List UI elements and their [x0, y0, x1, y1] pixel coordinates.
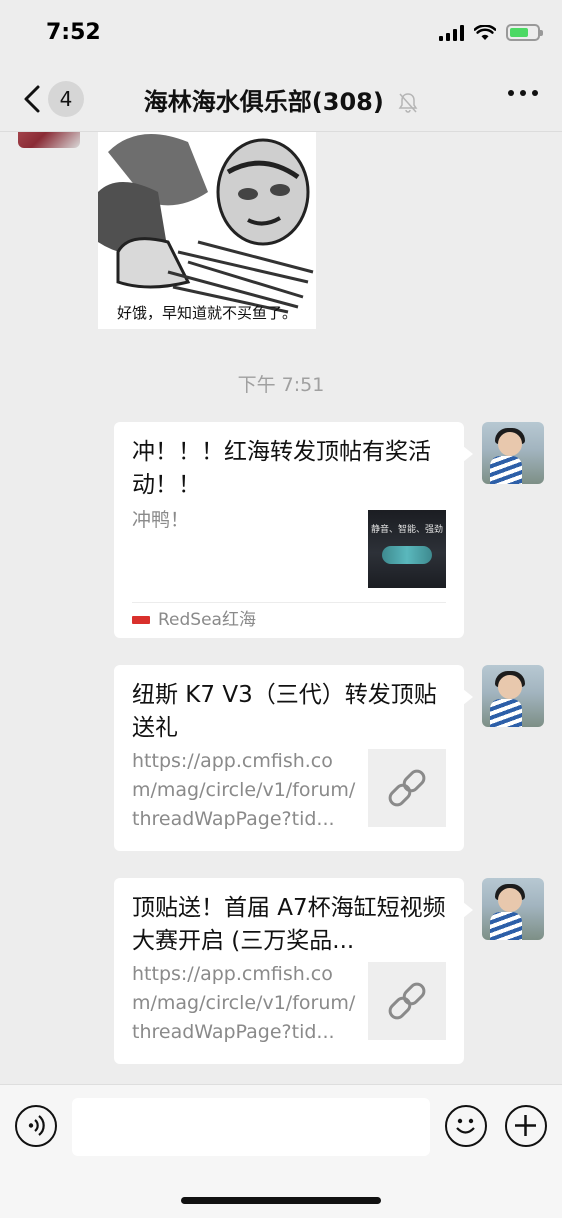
- chat-title: 海林海水俱乐部(308): [143, 88, 384, 116]
- my-avatar[interactable]: [482, 665, 544, 727]
- nav-bar: 4 海林海水俱乐部(308): [0, 66, 562, 132]
- mute-bell-icon: [398, 93, 418, 113]
- link-card-message[interactable]: 冲！！！红海转发顶帖有奖活动！！ 冲鸭！ 静音、智能、强劲 RedSea红海: [114, 422, 473, 638]
- chat-title-wrapper: 海林海水俱乐部(308): [0, 82, 562, 117]
- card-url: https://app.cmfish.com/mag/circle/v1/for…: [132, 963, 356, 1043]
- link-icon: [388, 982, 426, 1020]
- link-thumbnail: [368, 962, 446, 1040]
- smiley-icon: [456, 1118, 475, 1134]
- card-source: RedSea红海: [132, 602, 446, 638]
- card-title: 顶贴送！首届 A7杯海缸短视频大赛开启 (三万奖品...: [132, 895, 446, 954]
- more-options-icon[interactable]: [508, 90, 538, 96]
- emoji-button[interactable]: [445, 1105, 487, 1147]
- card-thumbnail: 静音、智能、强劲: [368, 510, 446, 588]
- sticker-message[interactable]: 好饿，早知道就不买鱼了。: [98, 132, 316, 329]
- time-separator: 下午 7:51: [237, 374, 325, 396]
- sticker-image: [98, 132, 316, 329]
- sticker-caption: 好饿，早知道就不买鱼了。: [116, 304, 297, 322]
- thumbnail-text: 静音、智能、强劲: [370, 525, 443, 535]
- link-thumbnail: [368, 749, 446, 827]
- card-url: https://app.cmfish.com/mag/circle/v1/for…: [132, 750, 356, 830]
- link-card-message[interactable]: 纽斯 K7 V3（三代）转发顶贴送礼 https://app.cmfish.co…: [114, 665, 473, 851]
- card-description: 冲鸭！: [132, 509, 190, 531]
- my-avatar[interactable]: [482, 878, 544, 940]
- card-title: 纽斯 K7 V3（三代）转发顶贴送礼: [132, 682, 437, 741]
- home-indicator: [181, 1197, 381, 1204]
- status-icons: [439, 24, 543, 41]
- input-bar: [0, 1084, 562, 1218]
- my-avatar[interactable]: [482, 422, 544, 484]
- voice-wave-icon: [28, 1115, 45, 1136]
- chat-area[interactable]: 好饿，早知道就不买鱼了。 下午 7:51 冲！！！红海转发顶帖有奖活动！！ 冲鸭…: [0, 132, 562, 1084]
- signal-icon: [439, 24, 464, 41]
- battery-icon: [506, 24, 543, 41]
- wifi-icon: [474, 24, 496, 40]
- sender-avatar[interactable]: [18, 132, 80, 148]
- redsea-logo-icon: [132, 616, 150, 624]
- message-input[interactable]: [72, 1098, 430, 1156]
- status-bar: 7:52: [0, 0, 562, 66]
- status-time: 7:52: [46, 20, 101, 45]
- link-card-message[interactable]: 顶贴送！首届 A7杯海缸短视频大赛开启 (三万奖品... https://app…: [114, 878, 473, 1064]
- plus-icon: [515, 1115, 536, 1136]
- link-icon: [388, 769, 426, 807]
- voice-input-button[interactable]: [15, 1105, 57, 1147]
- card-title: 冲！！！红海转发顶帖有奖活动！！: [132, 439, 431, 498]
- card-source-label: RedSea红海: [158, 610, 256, 630]
- more-functions-button[interactable]: [505, 1105, 547, 1147]
